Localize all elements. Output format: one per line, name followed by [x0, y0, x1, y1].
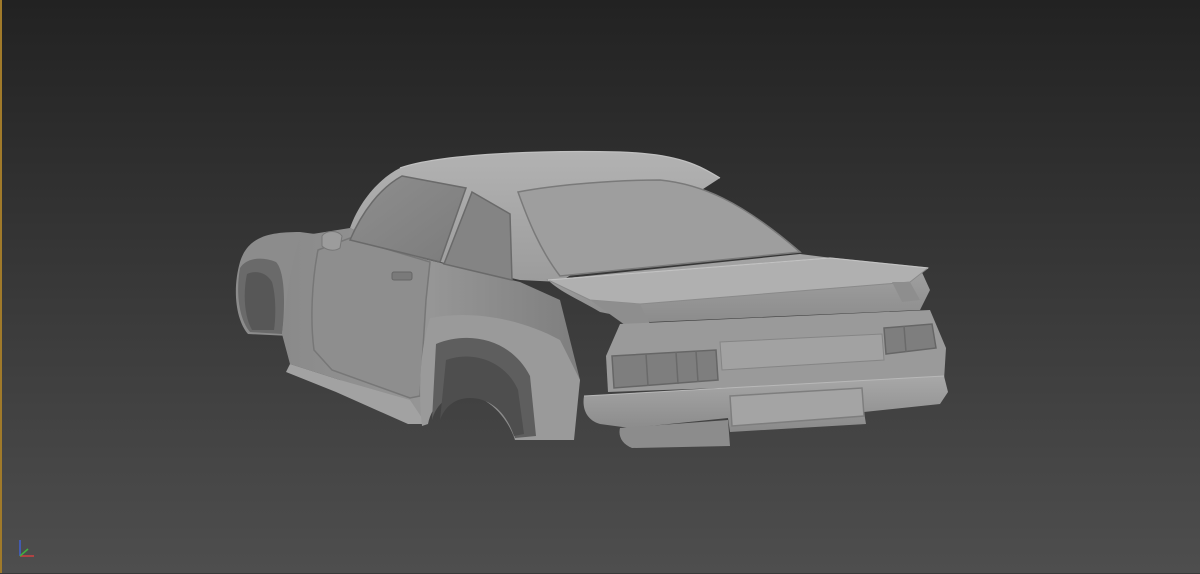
axis-gizmo-icon: [19, 540, 34, 557]
car-body-model[interactable]: [0, 0, 1200, 574]
viewport-3d[interactable]: [0, 0, 1200, 574]
